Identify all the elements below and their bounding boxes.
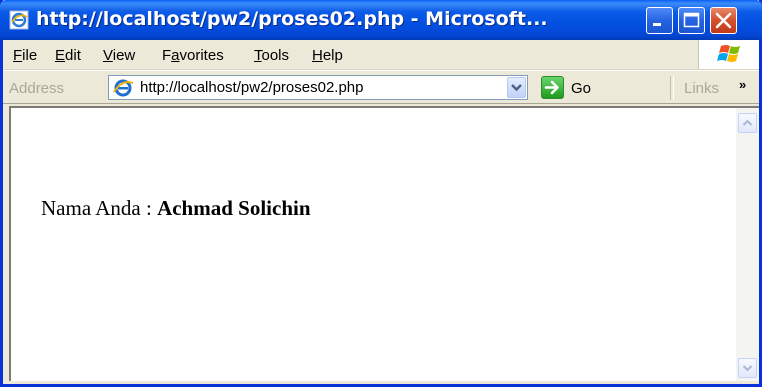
menu-view[interactable]: View	[103, 47, 135, 64]
title-bar[interactable]: http://localhost/pw2/proses02.php - Micr…	[0, 0, 762, 40]
maximize-button[interactable]	[678, 7, 705, 34]
dropdown-arrow-icon	[511, 84, 522, 92]
close-icon	[715, 12, 732, 29]
ie-page-icon	[9, 10, 29, 30]
address-dropdown-button[interactable]	[507, 77, 526, 98]
toolbar-separator	[670, 76, 674, 100]
windows-logo-icon	[698, 40, 759, 69]
browser-window: http://localhost/pw2/proses02.php - Micr…	[0, 0, 762, 387]
ie-address-icon	[112, 78, 134, 103]
close-button[interactable]	[710, 7, 737, 34]
menu-tools[interactable]: Tools	[254, 47, 289, 64]
go-button[interactable]	[541, 76, 564, 99]
address-label: Address	[9, 80, 65, 97]
go-arrow-icon	[544, 80, 559, 95]
menu-edit[interactable]: Edit	[55, 47, 81, 64]
address-url: http://localhost/pw2/proses02.php	[140, 79, 364, 96]
name-value: Achmad Solichin	[157, 196, 311, 220]
page-output: Nama Anda : Achmad Solichin	[41, 196, 311, 221]
scroll-up-icon	[742, 119, 753, 126]
menu-favorites[interactable]: Favorites	[162, 47, 224, 64]
minimize-icon	[653, 23, 661, 26]
menu-bar: File Edit View Favorites Tools Help	[3, 40, 759, 70]
address-bar: Address http://localhost/pw2/proses02.ph…	[3, 70, 759, 104]
page-content: Nama Anda : Achmad Solichin	[9, 106, 736, 381]
scroll-down-icon	[742, 365, 753, 372]
scroll-up-button[interactable]	[738, 113, 757, 133]
go-label[interactable]: Go	[571, 80, 591, 97]
minimize-button[interactable]	[646, 7, 673, 34]
vertical-scrollbar[interactable]	[736, 106, 759, 381]
menu-help[interactable]: Help	[312, 47, 343, 64]
links-chevron-icon[interactable]: »	[739, 77, 746, 92]
address-input[interactable]: http://localhost/pw2/proses02.php	[108, 75, 528, 100]
scroll-down-button[interactable]	[738, 358, 757, 378]
name-label: Nama Anda :	[41, 196, 158, 220]
menu-file[interactable]: File	[13, 47, 37, 64]
window-title: http://localhost/pw2/proses02.php - Micr…	[36, 8, 548, 30]
links-label[interactable]: Links	[684, 80, 719, 97]
maximize-icon	[683, 12, 700, 28]
